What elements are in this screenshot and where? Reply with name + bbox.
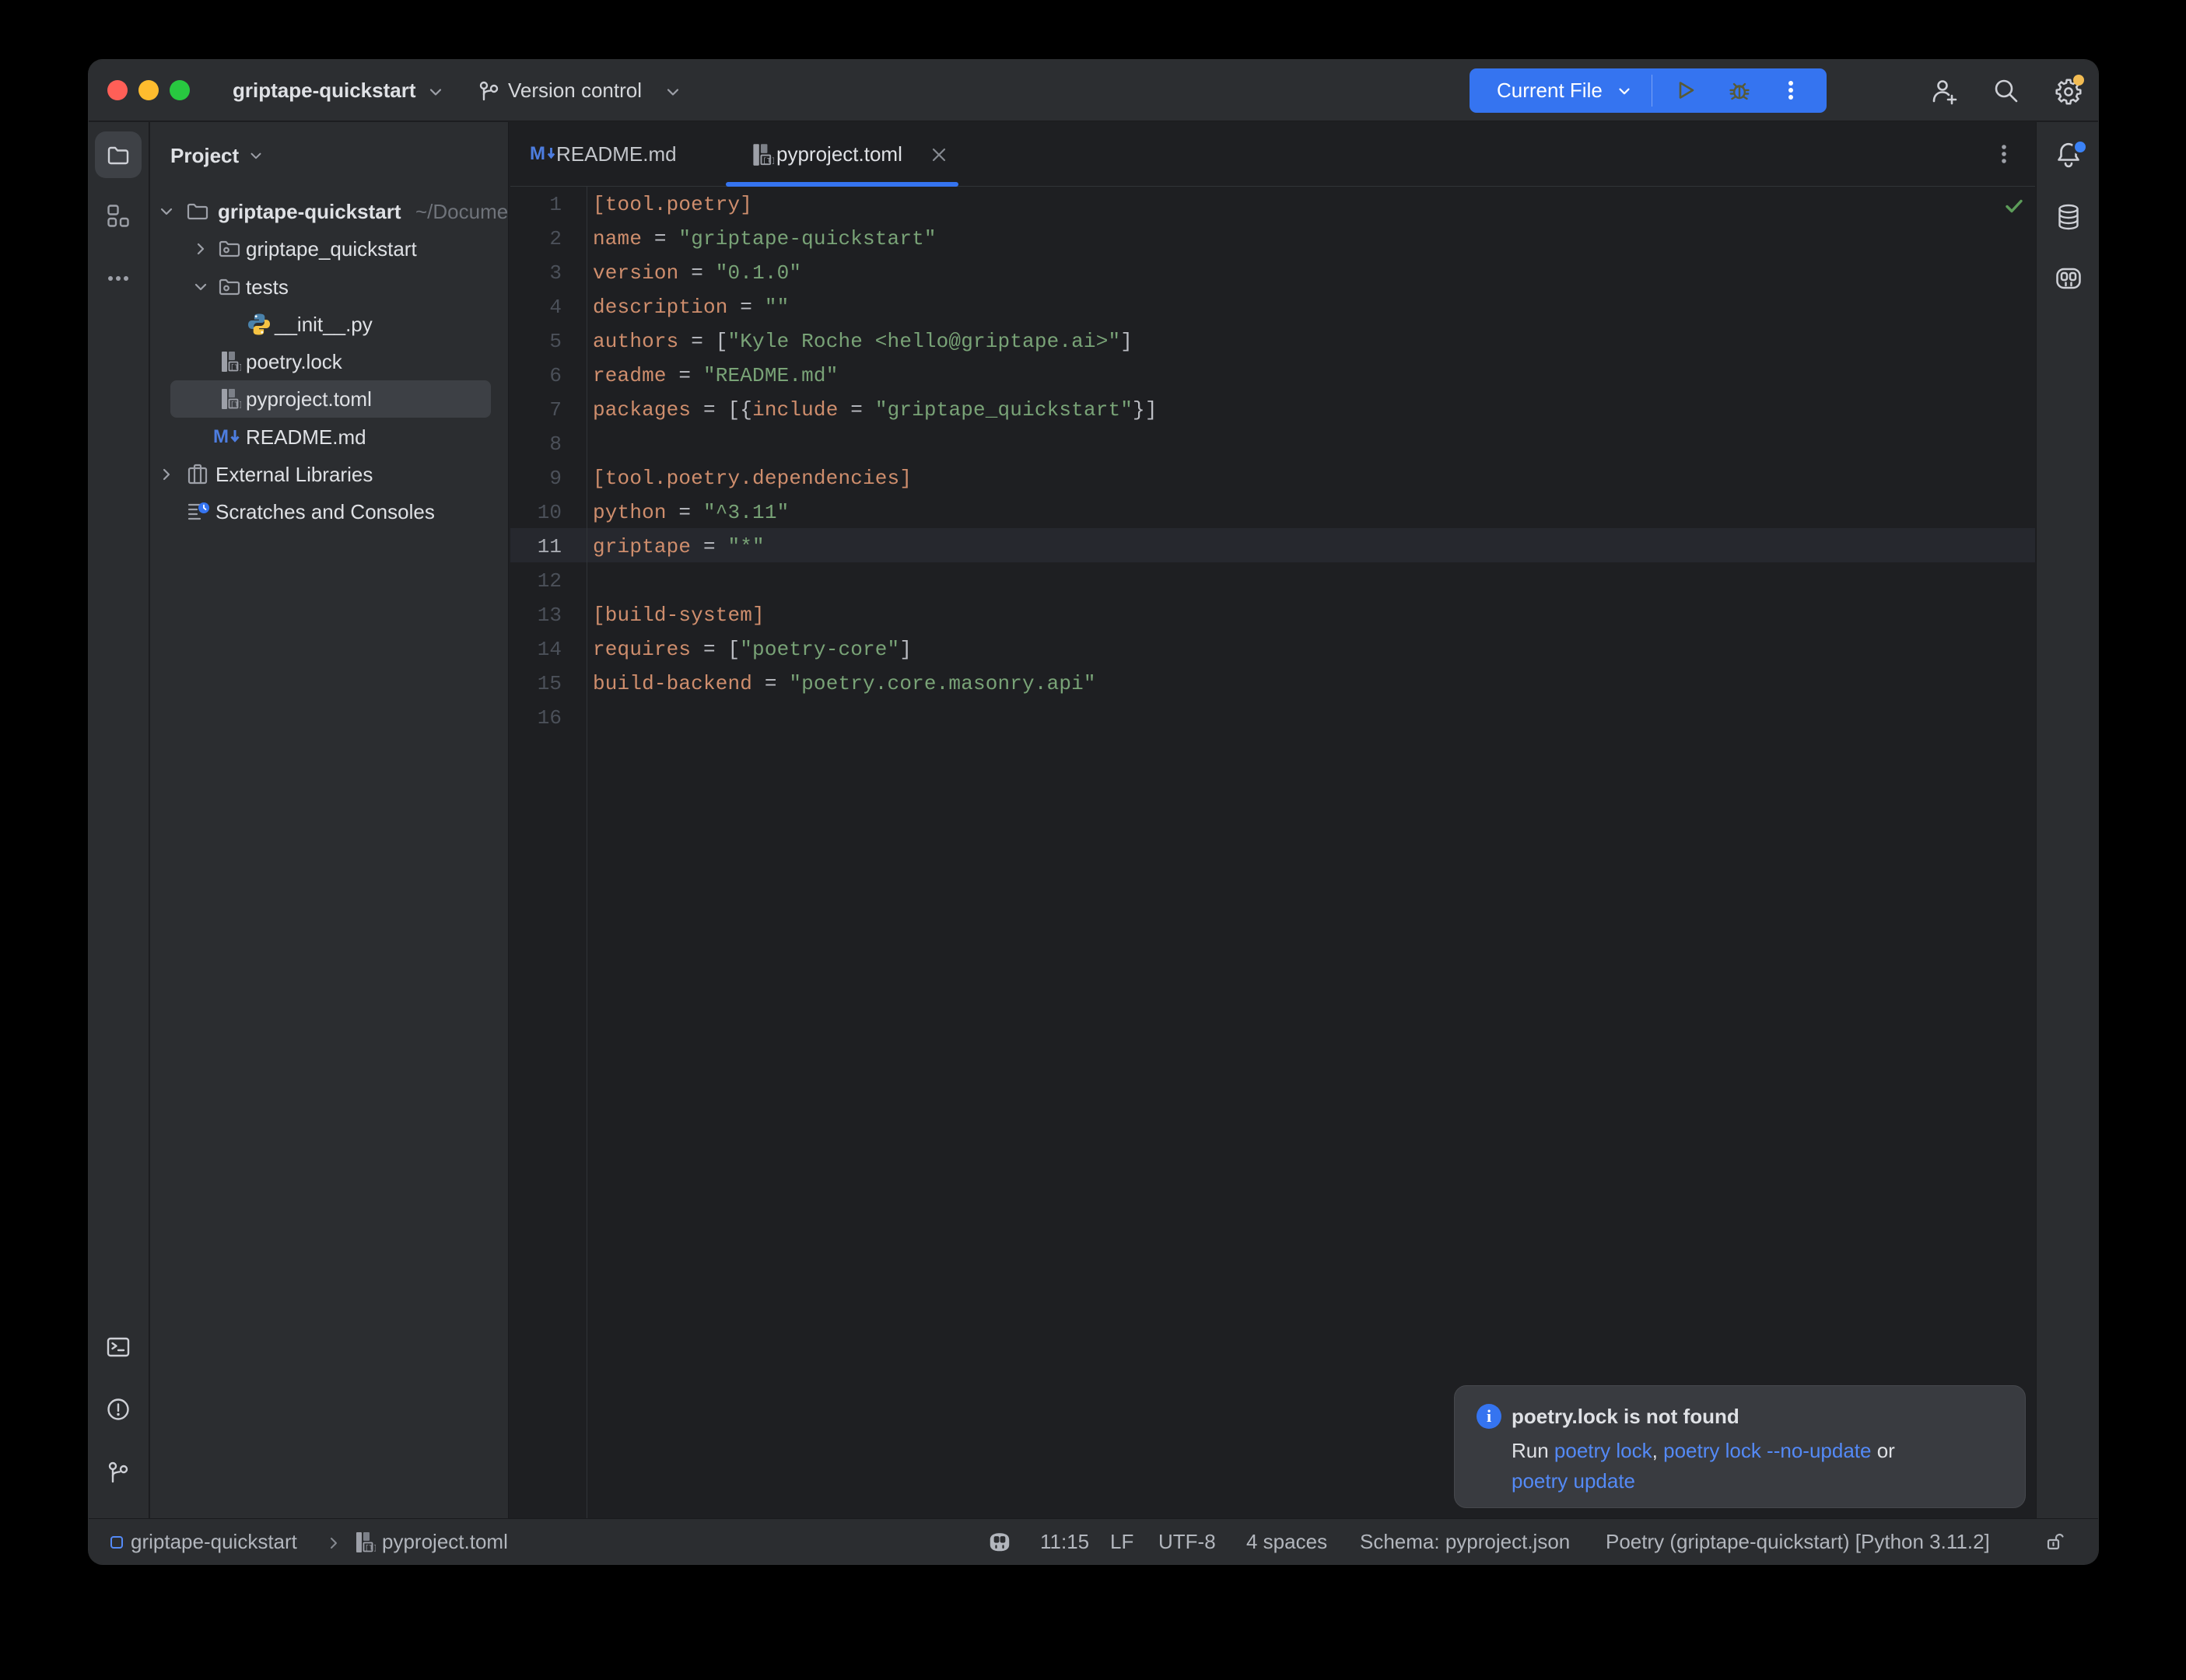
svg-text:M: M — [213, 426, 229, 447]
svg-text:[T]: [T] — [762, 156, 774, 165]
svg-text:[T]: [T] — [230, 401, 241, 409]
svg-text:[T]: [T] — [230, 364, 241, 372]
svg-text:M: M — [530, 143, 545, 164]
svg-text:[T]: [T] — [365, 1545, 376, 1552]
